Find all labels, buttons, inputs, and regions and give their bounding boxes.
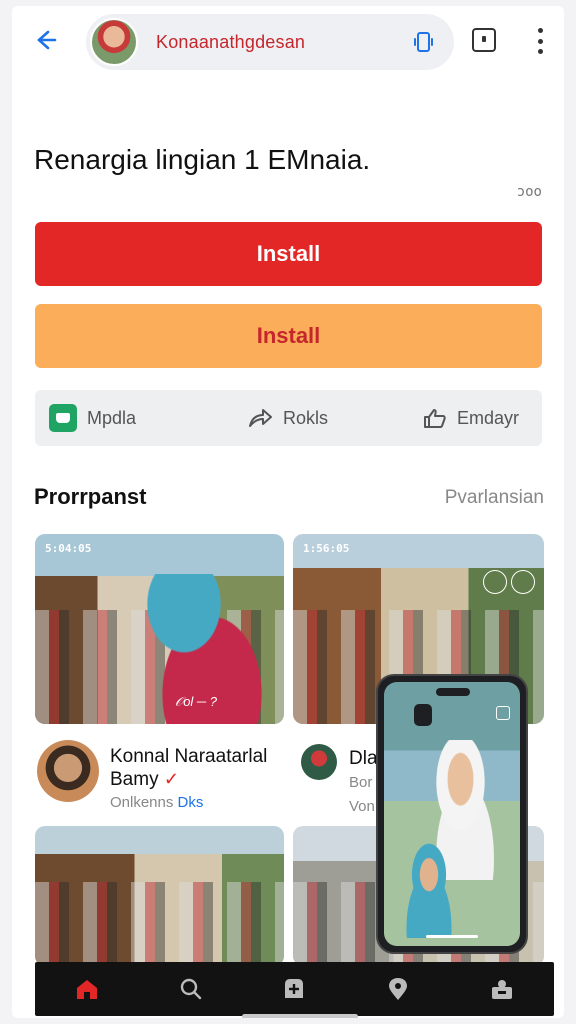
nav-add[interactable]	[274, 969, 314, 1009]
address-pill[interactable]: Konaanathgdesan	[86, 14, 454, 70]
phone-rotate-icon[interactable]	[412, 30, 436, 54]
camera-icon	[414, 704, 432, 726]
back-arrow-icon[interactable]	[30, 26, 58, 54]
kebab-dot	[537, 38, 543, 44]
author-sub-gray: Onlkenns	[110, 794, 178, 811]
kebab-dot	[537, 49, 543, 54]
home-icon	[76, 980, 97, 999]
back-arrow-glyph	[37, 30, 57, 50]
child-figure	[394, 842, 464, 938]
verified-icon: ✓	[163, 769, 179, 789]
nav-home[interactable]	[67, 969, 107, 1009]
tab-switcher-icon[interactable]	[472, 28, 496, 52]
section-link[interactable]: Pvarlansian	[445, 487, 544, 509]
screen: Konaanathgdesan Renargia lingian 1 EMnai…	[12, 6, 564, 1018]
add-icon	[285, 979, 304, 998]
avatar	[37, 740, 99, 802]
location-icon	[389, 978, 408, 1000]
section-title: Prorrpanst	[34, 484, 147, 509]
avatar	[301, 744, 337, 780]
phone-screen	[384, 682, 520, 946]
install-button[interactable]: Install	[35, 222, 542, 286]
bottom-nav	[35, 962, 554, 1016]
app-headline: Renargia lingian 1 EMnaia.	[34, 144, 371, 175]
author-name: Konnal Naraatarlal Bamy ✓	[110, 746, 285, 791]
author-row[interactable]: Konnal Naraatarlal Bamy ✓ Onlkenns Dks	[35, 736, 285, 818]
profile-icon	[492, 980, 513, 999]
action-label: Emdayr	[457, 407, 520, 428]
thumb-up-icon	[424, 409, 446, 428]
top-bar: Konaanathgdesan	[12, 6, 564, 76]
card-image[interactable]: 5:04:05 𝒪ol ─ ?	[35, 534, 284, 724]
more-vert-icon[interactable]	[530, 26, 550, 56]
share-icon	[249, 409, 272, 427]
action-like[interactable]: Emdayr	[423, 390, 519, 446]
search-icon	[180, 978, 201, 1000]
card-image[interactable]	[35, 826, 284, 966]
author-sub: Onlkenns Dks	[110, 794, 203, 811]
action-mpdla[interactable]: Mpdla	[49, 390, 136, 446]
action-row: Mpdla Rokls Emdayr	[35, 390, 542, 446]
action-share[interactable]: Rokls	[247, 390, 328, 446]
author-sub: Bor	[349, 774, 373, 791]
home-indicator[interactable]	[242, 1014, 358, 1018]
phone-mockup	[376, 674, 528, 954]
phone-home-bar	[426, 935, 478, 938]
status-time: 5:04:05	[45, 542, 92, 555]
camera-icon[interactable]	[483, 570, 507, 594]
kebab-dot	[537, 28, 543, 33]
check-icon[interactable]	[511, 570, 535, 594]
author-name-text: Konnal Naraatarlal Bamy	[110, 746, 268, 790]
phone-notch	[436, 688, 470, 696]
phone-rotate-glyph	[414, 32, 433, 52]
nav-search[interactable]	[171, 969, 211, 1009]
app-meta: ɔoo	[516, 184, 542, 200]
action-label: Rokls	[283, 407, 329, 428]
overlay-text: 𝒪ol ─ ?	[175, 694, 217, 709]
author-sub: Von	[349, 798, 375, 815]
install-secondary-button[interactable]: Install	[35, 304, 542, 368]
nav-location[interactable]	[378, 969, 418, 1009]
app-icon	[49, 404, 77, 432]
crowd-scene	[35, 882, 284, 966]
status-time: 1:56:05	[303, 542, 350, 555]
author-sub-link[interactable]: Dks	[178, 794, 204, 811]
author-name: Dla	[349, 748, 378, 769]
page-title: Konaanathgdesan	[156, 32, 306, 52]
action-label: Mpdla	[87, 407, 137, 428]
nav-profile[interactable]	[482, 969, 522, 1009]
edit-icon	[496, 706, 510, 720]
avatar	[90, 18, 138, 66]
